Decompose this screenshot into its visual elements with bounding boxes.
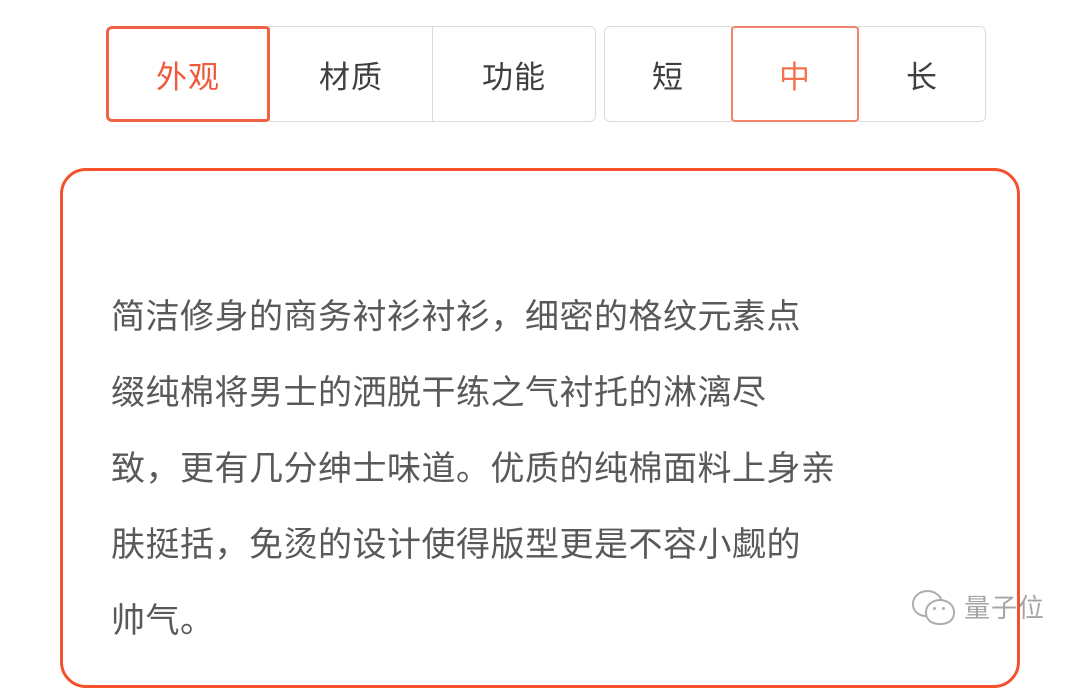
tab-length-short[interactable]: 短 [604,26,732,122]
tab-aspect-function[interactable]: 功能 [432,26,596,122]
attribute-tab-row: 外观 材质 功能 短 中 长 [106,26,986,122]
description-text: 简洁修身的商务衬衫衬衫，细密的格纹元素点 缀纯棉将男士的洒脱干练之气衬托的淋漓尽… [111,298,836,640]
tab-aspect-material[interactable]: 材质 [269,26,433,122]
tab-label: 功能 [482,59,546,95]
tab-aspect-appearance[interactable]: 外观 [106,26,270,122]
tab-length-long[interactable]: 长 [858,26,986,122]
wechat-bubbles-icon [912,589,956,625]
tab-length-medium[interactable]: 中 [731,26,859,122]
description-card: 简洁修身的商务衬衫衬衫，细密的格纹元素点 缀纯棉将男士的洒脱干练之气衬托的淋漓尽… [60,168,1020,688]
tab-label: 短 [652,59,684,95]
watermark-label: 量子位 [964,593,1046,623]
tab-label: 中 [779,59,811,95]
tab-label: 外观 [156,59,220,95]
tab-group-aspect: 外观 材质 功能 [106,26,596,122]
tab-label: 材质 [319,59,383,95]
watermark: 量子位 [912,588,1045,625]
tab-label: 长 [906,59,938,95]
tab-group-length: 短 中 长 [604,26,986,122]
